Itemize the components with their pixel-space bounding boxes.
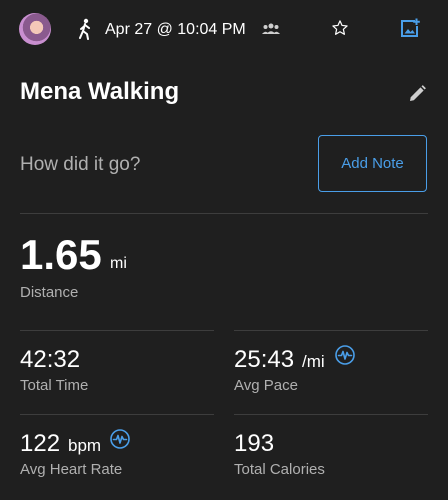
divider <box>20 330 214 331</box>
avatar[interactable] <box>19 13 51 45</box>
pulse-chart-icon[interactable] <box>335 345 355 365</box>
note-prompt: How did it go? <box>20 154 141 175</box>
pencil-icon[interactable] <box>408 85 426 103</box>
distance-unit: mi <box>110 255 127 272</box>
top-bar: Apr 27 @ 10:04 PM <box>0 0 448 60</box>
avg-pace-value: 25:43 <box>234 346 295 373</box>
walking-person-icon <box>79 18 90 40</box>
star-outline-icon[interactable] <box>331 19 349 37</box>
avg-heart-rate-unit: bpm <box>68 436 102 455</box>
add-photo-icon[interactable] <box>400 18 420 38</box>
avg-heart-rate-label: Avg Heart Rate <box>20 461 123 478</box>
total-time-label: Total Time <box>20 377 89 394</box>
add-note-button[interactable]: Add Note <box>318 135 427 192</box>
divider <box>234 414 428 415</box>
pulse-chart-icon[interactable] <box>110 429 130 449</box>
total-time-value: 42:32 <box>20 346 81 373</box>
group-icon[interactable] <box>262 22 280 36</box>
avg-pace-label: Avg Pace <box>234 377 298 394</box>
activity-title: Mena Walking <box>20 78 180 105</box>
total-calories-value: 193 <box>234 430 275 457</box>
divider <box>20 414 214 415</box>
divider <box>234 330 428 331</box>
avg-pace-unit: /mi <box>302 352 325 371</box>
avg-heart-rate-value: 122 <box>20 430 61 457</box>
activity-date: Apr 27 @ 10:04 PM <box>105 21 246 38</box>
distance-label: Distance <box>20 284 79 301</box>
distance-value: 1.65 <box>20 231 102 278</box>
total-calories-label: Total Calories <box>234 461 325 478</box>
divider <box>20 213 428 214</box>
